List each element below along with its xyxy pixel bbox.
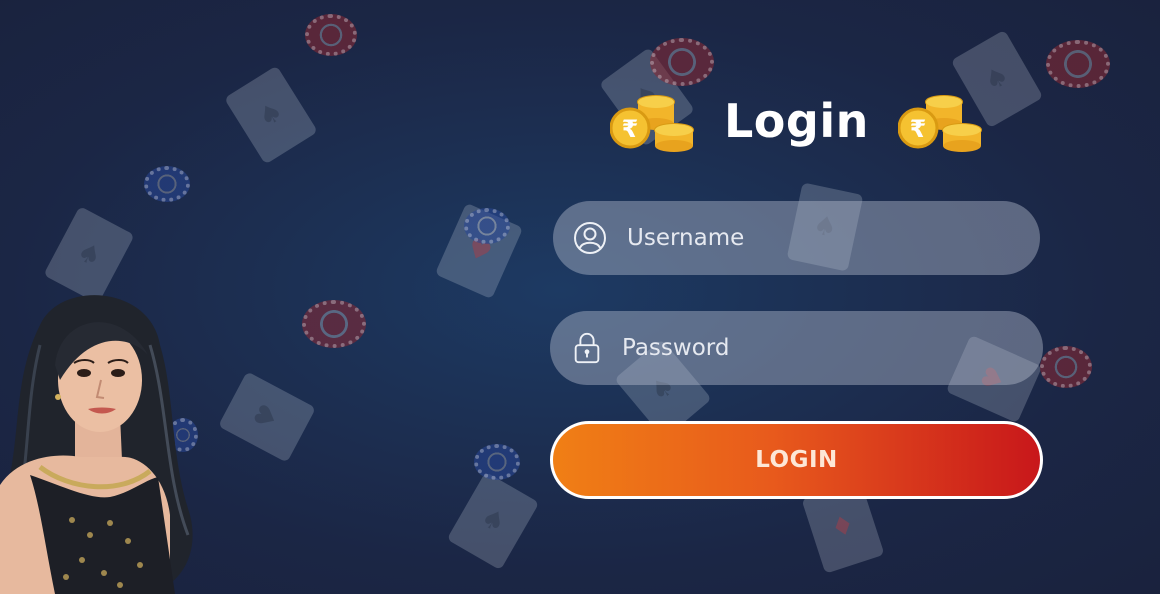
playing-card-decoration: ♥ bbox=[218, 371, 316, 463]
poker-chip-decoration bbox=[464, 208, 510, 244]
poker-chip-decoration bbox=[650, 38, 714, 86]
password-input[interactable] bbox=[622, 335, 982, 361]
rupee-coin-stack-icon: ₹ bbox=[610, 95, 694, 152]
padlock-icon bbox=[574, 332, 600, 364]
playing-card-decoration: ♠ bbox=[224, 65, 318, 165]
poker-chip-decoration bbox=[1040, 346, 1092, 388]
username-input[interactable] bbox=[627, 225, 987, 251]
poker-chip-decoration bbox=[144, 166, 190, 202]
poker-chip-decoration bbox=[305, 14, 357, 56]
login-heading: ₹ Login ₹ bbox=[610, 86, 990, 176]
poker-chip-decoration bbox=[1046, 40, 1110, 88]
poker-chip-decoration bbox=[302, 300, 366, 348]
username-field[interactable] bbox=[553, 201, 1040, 275]
rupee-coin-stack-icon: ₹ bbox=[898, 95, 982, 152]
rupee-symbol: ₹ bbox=[910, 115, 927, 143]
poker-chip-decoration bbox=[474, 444, 520, 480]
password-field[interactable] bbox=[550, 311, 1043, 385]
rupee-symbol: ₹ bbox=[622, 115, 639, 143]
playing-card-decoration: ♠ bbox=[446, 471, 540, 571]
character-illustration bbox=[0, 295, 193, 594]
login-screen: ♠ ♠ ♥ ♥ ♠ ♠ ♠ ♥ ♦ ♠ ♠ ₹ bbox=[0, 0, 1160, 594]
login-button[interactable]: LOGIN bbox=[550, 421, 1043, 499]
page-title: Login bbox=[724, 94, 869, 148]
user-icon bbox=[574, 222, 606, 254]
